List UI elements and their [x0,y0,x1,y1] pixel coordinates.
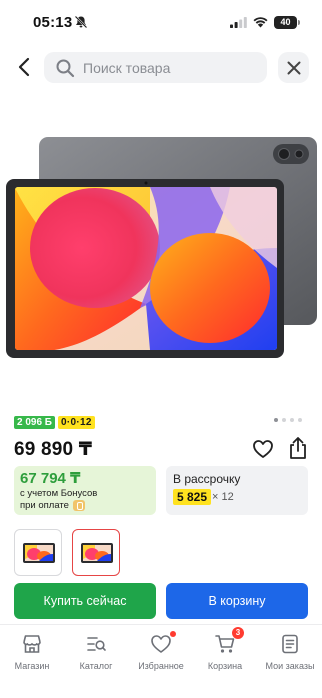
favorites-dot [170,631,176,637]
add-to-cart-button[interactable]: В корзину [166,583,308,619]
bonus-badge: 2 096 Б [14,416,55,429]
nav-item-store[interactable]: Магазин [0,633,64,677]
bonus-caption-payment: при оплате [20,500,85,511]
nav-item-favorites[interactable]: Избранное [129,631,193,677]
variant-thumbnail[interactable] [14,529,62,576]
share-icon[interactable] [287,436,309,460]
variant-thumbnail-selected[interactable] [72,529,120,576]
bonus-price-card[interactable]: 67 794 ₸ с учетом Бонусов при оплате [14,466,156,515]
gallery-pagination [274,418,302,422]
heart-icon-wrap [150,631,176,655]
catalog-icon [87,637,106,651]
wifi-icon [253,17,268,28]
product-price: 69 890 ₸ [14,439,93,460]
status-time: 05:13 [33,14,73,31]
bonus-coin-icon [72,500,85,511]
nav-item-orders[interactable]: Мои заказы [258,633,322,677]
product-image[interactable] [0,128,322,366]
chevron-left-icon [18,57,30,77]
status-bar: 05:13 40 [0,0,322,44]
cart-count-badge: 3 [232,627,244,639]
back-button[interactable] [12,54,36,80]
search-icon [56,59,75,77]
battery-indicator: 40 [274,16,300,29]
gallery-dot [282,418,286,422]
installment-card[interactable]: В рассрочку 5 825 × 12 [166,466,308,515]
bonus-price: 67 794 ₸ [20,470,81,487]
nav-item-cart[interactable]: 3 Корзина [193,627,257,677]
promo-badges: 2 096 Б 0·0·12 [14,416,95,429]
close-icon [287,61,300,74]
bonus-payment-text: при оплате [20,500,69,511]
favorite-heart-icon[interactable] [252,438,274,460]
orders-icon [282,634,298,654]
signal-icon [230,17,247,28]
nav-label: Избранное [138,661,184,671]
installment-title: В рассрочку [173,472,241,486]
nav-item-catalog[interactable]: Каталог [64,633,128,677]
cart-icon-wrap: 3 [214,627,244,655]
buy-now-button[interactable]: Купить сейчас [14,583,156,619]
store-icon [23,635,41,653]
installment-amount: 5 825 [173,489,212,505]
close-button[interactable] [278,52,309,83]
bonus-caption: с учетом Бонусов [20,488,98,499]
gallery-dot [274,418,278,422]
installment-badge: 0·0·12 [58,416,95,429]
search-input[interactable] [83,59,253,76]
nav-label: Мои заказы [265,661,315,671]
nav-label: Магазин [14,661,50,671]
heart-icon [151,635,171,653]
nav-label: Каталог [79,661,113,671]
bottom-navigation: Магазин Каталог Избранное 3 Корзина Мои … [0,624,322,698]
gallery-dot [290,418,294,422]
gallery-dot [298,418,302,422]
bell-off-icon [74,15,88,29]
installment-months: × 12 [212,491,234,503]
variant-thumbnail-image [81,543,113,563]
nav-label: Корзина [207,661,243,671]
search-bar[interactable] [44,52,267,83]
variant-thumbnail-image [23,543,55,563]
